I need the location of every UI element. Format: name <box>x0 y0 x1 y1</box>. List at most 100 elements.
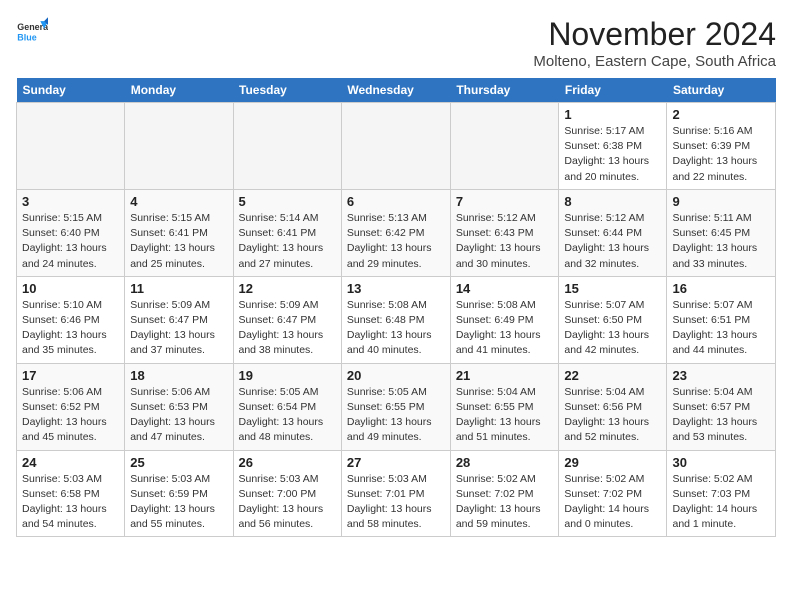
day-info: Sunrise: 5:04 AMSunset: 6:55 PMDaylight:… <box>456 385 554 446</box>
calendar-cell <box>17 103 125 190</box>
calendar-cell: 25 Sunrise: 5:03 AMSunset: 6:59 PMDayligh… <box>125 450 233 537</box>
day-number: 4 <box>130 194 227 209</box>
calendar-week-row: 24 Sunrise: 5:03 AMSunset: 6:58 PMDayligh… <box>17 450 776 537</box>
day-number: 23 <box>672 368 770 383</box>
title-area: November 2024 Molteno, Eastern Cape, Sou… <box>533 16 776 70</box>
day-info: Sunrise: 5:13 AMSunset: 6:42 PMDaylight:… <box>347 211 445 272</box>
calendar-cell <box>450 103 559 190</box>
calendar-cell <box>125 103 233 190</box>
calendar-cell: 1 Sunrise: 5:17 AMSunset: 6:38 PMDaylight… <box>559 103 667 190</box>
day-of-week-header: Saturday <box>667 78 776 103</box>
day-number: 29 <box>564 455 661 470</box>
calendar-cell: 18 Sunrise: 5:06 AMSunset: 6:53 PMDayligh… <box>125 363 233 450</box>
calendar-cell: 7 Sunrise: 5:12 AMSunset: 6:43 PMDaylight… <box>450 189 559 276</box>
calendar-cell: 16Sunrise: 5:07 AMSunset: 6:51 PMDayligh… <box>667 276 776 363</box>
day-number: 19 <box>239 368 336 383</box>
day-info: Sunrise: 5:03 AMSunset: 6:58 PMDaylight:… <box>22 472 119 533</box>
day-of-week-header: Wednesday <box>341 78 450 103</box>
day-number: 18 <box>130 368 227 383</box>
calendar-cell: 10 Sunrise: 5:10 AMSunset: 6:46 PMDayligh… <box>17 276 125 363</box>
calendar-table: SundayMondayTuesdayWednesdayThursdayFrid… <box>16 78 776 537</box>
calendar-cell: 3 Sunrise: 5:15 AMSunset: 6:40 PMDaylight… <box>17 189 125 276</box>
calendar-cell: 13 Sunrise: 5:08 AMSunset: 6:48 PMDayligh… <box>341 276 450 363</box>
month-title: November 2024 <box>533 16 776 53</box>
svg-text:Blue: Blue <box>17 32 36 42</box>
day-of-week-header: Thursday <box>450 78 559 103</box>
day-number: 25 <box>130 455 227 470</box>
day-of-week-header: Tuesday <box>233 78 341 103</box>
day-info: Sunrise: 5:12 AMSunset: 6:44 PMDaylight:… <box>564 211 661 272</box>
day-info: Sunrise: 5:09 AMSunset: 6:47 PMDaylight:… <box>239 298 336 359</box>
calendar-cell: 14Sunrise: 5:08 AMSunset: 6:49 PMDayligh… <box>450 276 559 363</box>
day-info: Sunrise: 5:11 AMSunset: 6:45 PMDaylight:… <box>672 211 770 272</box>
day-number: 3 <box>22 194 119 209</box>
day-number: 30 <box>672 455 770 470</box>
day-of-week-header: Friday <box>559 78 667 103</box>
calendar-cell: 26 Sunrise: 5:03 AMSunset: 7:00 PMDayligh… <box>233 450 341 537</box>
day-info: Sunrise: 5:07 AMSunset: 6:50 PMDaylight:… <box>564 298 661 359</box>
day-number: 20 <box>347 368 445 383</box>
day-number: 2 <box>672 107 770 122</box>
calendar-cell: 19 Sunrise: 5:05 AMSunset: 6:54 PMDayligh… <box>233 363 341 450</box>
day-info: Sunrise: 5:02 AMSunset: 7:02 PMDaylight:… <box>456 472 554 533</box>
day-info: Sunrise: 5:12 AMSunset: 6:43 PMDaylight:… <box>456 211 554 272</box>
logo-icon: General Blue <box>16 16 48 48</box>
calendar-cell: 24 Sunrise: 5:03 AMSunset: 6:58 PMDayligh… <box>17 450 125 537</box>
calendar-cell: 15 Sunrise: 5:07 AMSunset: 6:50 PMDayligh… <box>559 276 667 363</box>
day-info: Sunrise: 5:05 AMSunset: 6:55 PMDaylight:… <box>347 385 445 446</box>
day-info: Sunrise: 5:15 AMSunset: 6:40 PMDaylight:… <box>22 211 119 272</box>
day-number: 28 <box>456 455 554 470</box>
day-info: Sunrise: 5:08 AMSunset: 6:48 PMDaylight:… <box>347 298 445 359</box>
day-number: 24 <box>22 455 119 470</box>
calendar-cell: 9 Sunrise: 5:11 AMSunset: 6:45 PMDaylight… <box>667 189 776 276</box>
day-info: Sunrise: 5:03 AMSunset: 7:00 PMDaylight:… <box>239 472 336 533</box>
calendar-cell: 2Sunrise: 5:16 AMSunset: 6:39 PMDaylight… <box>667 103 776 190</box>
calendar-cell: 17Sunrise: 5:06 AMSunset: 6:52 PMDayligh… <box>17 363 125 450</box>
calendar-cell: 23 Sunrise: 5:04 AMSunset: 6:57 PMDayligh… <box>667 363 776 450</box>
day-info: Sunrise: 5:07 AMSunset: 6:51 PMDaylight:… <box>672 298 770 359</box>
day-number: 10 <box>22 281 119 296</box>
day-info: Sunrise: 5:02 AMSunset: 7:03 PMDaylight:… <box>672 472 770 533</box>
calendar-cell: 6Sunrise: 5:13 AMSunset: 6:42 PMDaylight… <box>341 189 450 276</box>
day-info: Sunrise: 5:04 AMSunset: 6:56 PMDaylight:… <box>564 385 661 446</box>
calendar-cell: 8 Sunrise: 5:12 AMSunset: 6:44 PMDaylight… <box>559 189 667 276</box>
day-number: 17 <box>22 368 119 383</box>
day-info: Sunrise: 5:03 AMSunset: 6:59 PMDaylight:… <box>130 472 227 533</box>
location-subtitle: Molteno, Eastern Cape, South Africa <box>533 53 776 70</box>
day-number: 11 <box>130 281 227 296</box>
day-number: 13 <box>347 281 445 296</box>
day-info: Sunrise: 5:06 AMSunset: 6:53 PMDaylight:… <box>130 385 227 446</box>
day-info: Sunrise: 5:10 AMSunset: 6:46 PMDaylight:… <box>22 298 119 359</box>
day-number: 1 <box>564 107 661 122</box>
calendar-cell: 4Sunrise: 5:15 AMSunset: 6:41 PMDaylight… <box>125 189 233 276</box>
day-number: 9 <box>672 194 770 209</box>
calendar-cell: 12 Sunrise: 5:09 AMSunset: 6:47 PMDayligh… <box>233 276 341 363</box>
calendar-cell: 20 Sunrise: 5:05 AMSunset: 6:55 PMDayligh… <box>341 363 450 450</box>
calendar-cell: 30 Sunrise: 5:02 AMSunset: 7:03 PMDayligh… <box>667 450 776 537</box>
calendar-week-row: 17Sunrise: 5:06 AMSunset: 6:52 PMDayligh… <box>17 363 776 450</box>
day-info: Sunrise: 5:05 AMSunset: 6:54 PMDaylight:… <box>239 385 336 446</box>
day-of-week-header: Monday <box>125 78 233 103</box>
day-number: 8 <box>564 194 661 209</box>
page-header: General Blue November 2024 Molteno, East… <box>16 16 776 70</box>
calendar-cell <box>341 103 450 190</box>
calendar-cell: 22Sunrise: 5:04 AMSunset: 6:56 PMDayligh… <box>559 363 667 450</box>
day-info: Sunrise: 5:17 AMSunset: 6:38 PMDaylight:… <box>564 124 661 185</box>
day-of-week-header: Sunday <box>17 78 125 103</box>
calendar-cell: 27Sunrise: 5:03 AMSunset: 7:01 PMDayligh… <box>341 450 450 537</box>
calendar-week-row: 3 Sunrise: 5:15 AMSunset: 6:40 PMDaylight… <box>17 189 776 276</box>
day-number: 26 <box>239 455 336 470</box>
day-info: Sunrise: 5:03 AMSunset: 7:01 PMDaylight:… <box>347 472 445 533</box>
calendar-week-row: 10 Sunrise: 5:10 AMSunset: 6:46 PMDayligh… <box>17 276 776 363</box>
day-number: 7 <box>456 194 554 209</box>
day-info: Sunrise: 5:14 AMSunset: 6:41 PMDaylight:… <box>239 211 336 272</box>
calendar-cell: 21Sunrise: 5:04 AMSunset: 6:55 PMDayligh… <box>450 363 559 450</box>
day-info: Sunrise: 5:02 AMSunset: 7:02 PMDaylight:… <box>564 472 661 533</box>
day-info: Sunrise: 5:04 AMSunset: 6:57 PMDaylight:… <box>672 385 770 446</box>
day-number: 14 <box>456 281 554 296</box>
day-number: 12 <box>239 281 336 296</box>
calendar-cell: 29 Sunrise: 5:02 AMSunset: 7:02 PMDayligh… <box>559 450 667 537</box>
day-number: 15 <box>564 281 661 296</box>
calendar-cell <box>233 103 341 190</box>
day-info: Sunrise: 5:09 AMSunset: 6:47 PMDaylight:… <box>130 298 227 359</box>
